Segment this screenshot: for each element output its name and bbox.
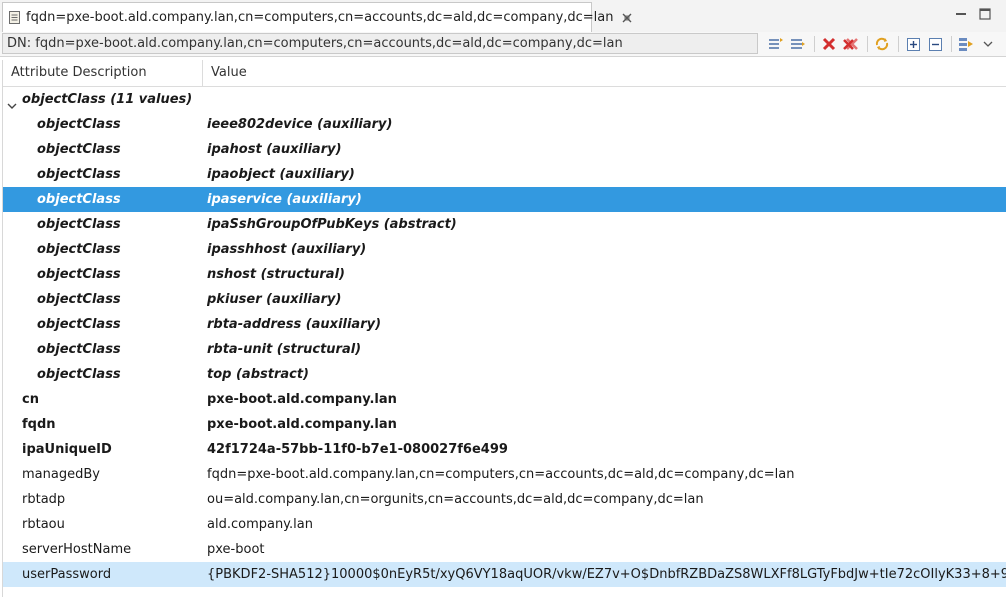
attribute-value: nshost (structural) bbox=[207, 267, 345, 282]
delete-all-values-icon[interactable] bbox=[841, 35, 861, 53]
attribute-name: ipaUniqueID bbox=[22, 442, 112, 457]
attribute-name: objectClass bbox=[37, 192, 121, 207]
new-value-icon[interactable] bbox=[766, 35, 786, 53]
close-tab-icon[interactable] bbox=[622, 12, 632, 24]
attribute-name: objectClass bbox=[37, 267, 121, 282]
selected-table-row[interactable]: objectClass ipaservice (auxiliary) bbox=[3, 187, 1006, 212]
attribute-value: {PBKDF2-SHA512}10000$0nEyR5t/xyQ6VY18aqU… bbox=[207, 567, 1006, 582]
table-row[interactable]: objectClass ieee802device (auxiliary) bbox=[3, 112, 1006, 137]
attribute-value: ald.company.lan bbox=[207, 517, 313, 532]
table-row[interactable]: objectClass rbta-unit (structural) bbox=[3, 337, 1006, 362]
attribute-value: ou=ald.company.lan,cn=orgunits,cn=accoun… bbox=[207, 492, 704, 507]
table-body: objectClass (11 values) objectClass ieee… bbox=[3, 87, 1006, 587]
toolbar-separator bbox=[951, 36, 952, 52]
delete-value-icon[interactable] bbox=[819, 35, 839, 53]
table-row[interactable]: objectClass rbta-address (auxiliary) bbox=[3, 312, 1006, 337]
attribute-value: rbta-address (auxiliary) bbox=[207, 317, 382, 332]
attribute-table: Attribute Description Value objectClass … bbox=[2, 60, 1006, 597]
attribute-name: objectClass bbox=[37, 217, 121, 232]
attribute-value: 42f1724a-57bb-11f0-b7e1-080027f6e499 bbox=[207, 442, 508, 457]
attribute-name: managedBy bbox=[22, 467, 100, 482]
table-row[interactable]: managedBy fqdn=pxe-boot.ald.company.lan,… bbox=[3, 462, 1006, 487]
table-row[interactable]: objectClass ipasshhost (auxiliary) bbox=[3, 237, 1006, 262]
attribute-name: rbtaou bbox=[22, 517, 65, 532]
table-row[interactable]: serverHostName pxe-boot bbox=[3, 537, 1006, 562]
toolbar-separator bbox=[898, 36, 899, 52]
tab-title: fqdn=pxe-boot.ald.company.lan,cn=compute… bbox=[26, 10, 614, 25]
collapse-all-icon[interactable] bbox=[925, 35, 945, 53]
attribute-name: userPassword bbox=[22, 567, 112, 582]
dn-bar: DN: fqdn=pxe-boot.ald.company.lan,cn=com… bbox=[0, 32, 1006, 57]
toolbar-separator bbox=[814, 36, 815, 52]
attribute-name: objectClass bbox=[37, 317, 121, 332]
entry-document-icon bbox=[9, 11, 20, 25]
editor-tab-bar: fqdn=pxe-boot.ald.company.lan,cn=compute… bbox=[0, 0, 1006, 33]
attribute-value: pxe-boot bbox=[207, 542, 265, 557]
minimize-icon[interactable] bbox=[954, 7, 968, 21]
column-header-attribute[interactable]: Attribute Description bbox=[3, 60, 203, 86]
attribute-value: ipaservice (auxiliary) bbox=[207, 192, 362, 207]
attribute-value: pxe-boot.ald.company.lan bbox=[207, 392, 397, 407]
table-row[interactable]: objectClass ipahost (auxiliary) bbox=[3, 137, 1006, 162]
table-row[interactable]: objectClass ipaobject (auxiliary) bbox=[3, 162, 1006, 187]
attribute-name: objectClass bbox=[37, 142, 121, 157]
link-with-editor-icon[interactable] bbox=[956, 35, 976, 53]
attribute-name: objectClass bbox=[37, 342, 121, 357]
table-row[interactable]: rbtadp ou=ald.company.lan,cn=orgunits,cn… bbox=[3, 487, 1006, 512]
table-row[interactable]: ipaUniqueID 42f1724a-57bb-11f0-b7e1-0800… bbox=[3, 437, 1006, 462]
attribute-value: ipahost (auxiliary) bbox=[207, 142, 342, 157]
view-menu-chevron-icon[interactable] bbox=[978, 35, 998, 53]
refresh-icon[interactable] bbox=[872, 35, 892, 53]
entry-editor-tab[interactable]: fqdn=pxe-boot.ald.company.lan,cn=compute… bbox=[2, 2, 632, 32]
table-row[interactable]: objectClass pkiuser (auxiliary) bbox=[3, 287, 1006, 312]
attribute-name: fqdn bbox=[22, 417, 56, 432]
table-row[interactable]: objectClass nshost (structural) bbox=[3, 262, 1006, 287]
column-header-value[interactable]: Value bbox=[203, 60, 1006, 86]
table-row[interactable]: userPassword {PBKDF2-SHA512}10000$0nEyR5… bbox=[3, 562, 1006, 587]
attribute-value: pkiuser (auxiliary) bbox=[207, 292, 342, 307]
attribute-value: ipasshhost (auxiliary) bbox=[207, 242, 367, 257]
table-row[interactable]: objectClass ipaSshGroupOfPubKeys (abstra… bbox=[3, 212, 1006, 237]
table-row[interactable]: cn pxe-boot.ald.company.lan bbox=[3, 387, 1006, 412]
objectclass-group-row[interactable]: objectClass (11 values) bbox=[3, 87, 1006, 112]
attribute-name: objectClass bbox=[37, 367, 121, 382]
attribute-name: objectClass bbox=[37, 167, 121, 182]
attribute-value: ieee802device (auxiliary) bbox=[207, 117, 393, 132]
maximize-icon[interactable] bbox=[978, 7, 992, 21]
attribute-name: objectClass bbox=[37, 117, 121, 132]
attribute-name: objectClass bbox=[37, 242, 121, 257]
attribute-value: ipaobject (auxiliary) bbox=[207, 167, 355, 182]
table-row[interactable]: rbtaou ald.company.lan bbox=[3, 512, 1006, 537]
attribute-name: objectClass bbox=[37, 292, 121, 307]
expand-all-icon[interactable] bbox=[903, 35, 923, 53]
table-row[interactable]: fqdn pxe-boot.ald.company.lan bbox=[3, 412, 1006, 437]
editor-toolbar bbox=[766, 35, 1000, 53]
table-row[interactable]: objectClass top (abstract) bbox=[3, 362, 1006, 387]
attribute-name: serverHostName bbox=[22, 542, 132, 557]
dn-field[interactable]: DN: fqdn=pxe-boot.ald.company.lan,cn=com… bbox=[2, 33, 758, 54]
toolbar-separator bbox=[867, 36, 868, 52]
attribute-name: cn bbox=[22, 392, 39, 407]
table-header: Attribute Description Value bbox=[3, 60, 1006, 87]
attribute-value: pxe-boot.ald.company.lan bbox=[207, 417, 397, 432]
attribute-value: top (abstract) bbox=[207, 367, 309, 382]
new-attribute-icon[interactable] bbox=[788, 35, 808, 53]
attribute-value: rbta-unit (structural) bbox=[207, 342, 362, 357]
group-label: objectClass (11 values) bbox=[22, 92, 193, 107]
attribute-name: rbtadp bbox=[22, 492, 66, 507]
attribute-value: ipaSshGroupOfPubKeys (abstract) bbox=[207, 217, 457, 232]
attribute-value: fqdn=pxe-boot.ald.company.lan,cn=compute… bbox=[207, 467, 795, 482]
